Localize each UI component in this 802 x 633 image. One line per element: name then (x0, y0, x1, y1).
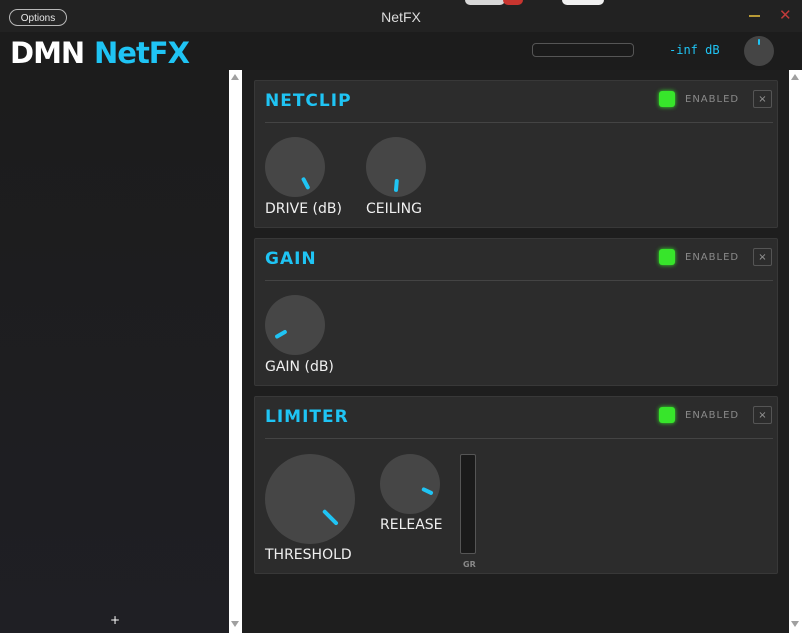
background-decoration (465, 0, 505, 5)
knob-indicator (421, 486, 434, 496)
knob-label: CEILING (366, 201, 422, 217)
background-decoration-white (562, 0, 604, 5)
enabled-led-icon[interactable] (659, 249, 675, 265)
minimize-icon[interactable] (749, 15, 760, 17)
module-gain: GAIN ENABLED × GAIN (dB) (254, 238, 778, 386)
knob-label: THRESHOLD (265, 547, 352, 563)
divider (265, 122, 773, 123)
close-window-icon[interactable]: ✕ (779, 8, 792, 23)
knob-indicator (274, 329, 288, 340)
scroll-up-icon[interactable] (791, 74, 799, 80)
title-bar: Options NetFX ✕ (0, 0, 802, 32)
gain-reduction-meter (460, 454, 476, 554)
enabled-label: ENABLED (685, 252, 740, 263)
content-scrollbar[interactable] (789, 70, 802, 633)
knob-label: GAIN (dB) (265, 359, 334, 375)
gain-knob[interactable] (265, 295, 325, 355)
add-effect-button[interactable]: + (0, 613, 230, 627)
logo-brand: DMN (10, 36, 85, 70)
module-title: LIMITER (265, 407, 349, 427)
logo-product: NetFX (94, 36, 190, 70)
scroll-up-icon[interactable] (231, 74, 239, 80)
knob-indicator (393, 178, 399, 193)
enabled-label: ENABLED (685, 410, 740, 421)
master-volume-knob[interactable] (744, 36, 774, 66)
module-limiter: LIMITER ENABLED × THRESHOLD RELEASE GR (254, 396, 778, 574)
window-title: NetFX (381, 9, 421, 25)
effects-list[interactable] (0, 70, 230, 633)
threshold-knob[interactable] (265, 454, 355, 544)
drive-knob[interactable] (265, 137, 325, 197)
remove-module-button[interactable]: × (753, 90, 772, 108)
knob-label: RELEASE (380, 517, 443, 533)
divider (265, 438, 773, 439)
knob-indicator (758, 39, 760, 45)
divider (265, 280, 773, 281)
ceiling-knob[interactable] (366, 137, 426, 197)
enabled-led-icon[interactable] (659, 407, 675, 423)
module-title: NETCLIP (265, 91, 352, 111)
gain-reduction-label: GR (463, 560, 476, 569)
background-decoration-red (503, 0, 523, 5)
sidebar-scrollbar[interactable] (229, 70, 242, 633)
output-level-readout: -inf dB (669, 43, 720, 57)
module-title: GAIN (265, 249, 317, 269)
enabled-label: ENABLED (685, 94, 740, 105)
scroll-down-icon[interactable] (791, 621, 799, 627)
knob-label: DRIVE (dB) (265, 201, 342, 217)
knob-indicator (300, 176, 311, 191)
remove-module-button[interactable]: × (753, 406, 772, 424)
scroll-down-icon[interactable] (231, 621, 239, 627)
output-level-meter (532, 43, 634, 57)
remove-module-button[interactable]: × (753, 248, 772, 266)
module-netclip: NETCLIP ENABLED × DRIVE (dB) CEILING (254, 80, 778, 228)
enabled-led-icon[interactable] (659, 91, 675, 107)
knob-indicator (321, 508, 339, 526)
release-knob[interactable] (380, 454, 440, 514)
